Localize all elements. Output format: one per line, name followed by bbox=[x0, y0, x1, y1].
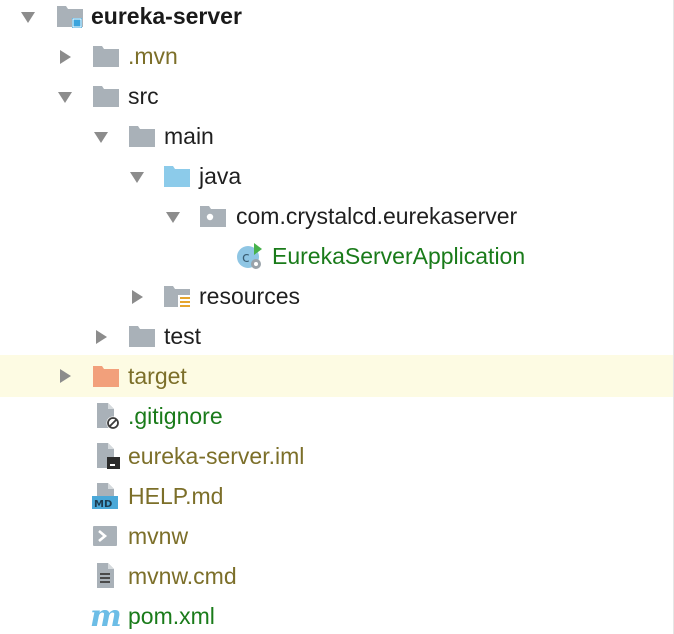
tree-row-eureka-server[interactable]: eureka-server bbox=[0, 0, 673, 37]
svg-text:c: c bbox=[242, 250, 250, 266]
source-root-folder-icon bbox=[164, 166, 190, 187]
shell-script-icon bbox=[93, 526, 117, 546]
tree-row-mvn[interactable]: .mvn bbox=[0, 37, 673, 77]
markdown-file-icon: MD bbox=[92, 483, 118, 510]
tree-label-test: test bbox=[164, 323, 202, 349]
tree-row-target[interactable]: target bbox=[0, 355, 673, 397]
tree-row-help-md[interactable]: MD HELP.md bbox=[0, 477, 673, 517]
resources-folder-icon bbox=[164, 286, 191, 309]
tree-row-java[interactable]: java bbox=[0, 157, 673, 197]
tree-label-gitignore: .gitignore bbox=[128, 403, 223, 429]
chevron-down-icon[interactable] bbox=[129, 169, 145, 185]
module-file-icon bbox=[97, 443, 120, 469]
tree-row-package[interactable]: com.crystalcd.eurekaserver bbox=[0, 197, 673, 237]
tree-row-pom-xml[interactable]: m pom.xml bbox=[0, 597, 673, 634]
tree-row-resources[interactable]: resources bbox=[0, 277, 673, 317]
tree-label-src: src bbox=[128, 83, 159, 109]
tree-label-mvnw: mvnw bbox=[128, 523, 189, 549]
text-file-icon bbox=[97, 563, 114, 588]
excluded-folder-icon bbox=[93, 366, 119, 387]
tree-label-resources: resources bbox=[199, 283, 300, 309]
chevron-down-icon[interactable] bbox=[165, 209, 181, 225]
folder-icon bbox=[129, 326, 155, 347]
markdown-badge: MD bbox=[94, 499, 112, 510]
project-tree: eureka-server .mvn src main java com.cry… bbox=[0, 0, 674, 634]
chevron-right-icon[interactable] bbox=[57, 49, 73, 65]
folder-icon bbox=[129, 126, 155, 147]
tree-label-java: java bbox=[199, 163, 242, 189]
chevron-right-icon[interactable] bbox=[129, 289, 145, 305]
package-icon bbox=[200, 206, 226, 227]
chevron-right-icon[interactable] bbox=[57, 368, 73, 384]
spring-boot-class-icon: c bbox=[237, 243, 262, 269]
folder-icon bbox=[93, 86, 119, 107]
tree-row-gitignore[interactable]: .gitignore bbox=[0, 397, 673, 437]
tree-row-eureka-server-application[interactable]: c EurekaServerApplication bbox=[0, 237, 673, 277]
tree-label-pom-xml: pom.xml bbox=[128, 603, 215, 629]
tree-label-package: com.crystalcd.eurekaserver bbox=[236, 203, 518, 229]
tree-row-iml[interactable]: eureka-server.iml bbox=[0, 437, 673, 477]
module-folder-icon bbox=[57, 6, 83, 28]
maven-icon: m bbox=[90, 600, 122, 632]
tree-row-main[interactable]: main bbox=[0, 117, 673, 157]
tree-label-iml: eureka-server.iml bbox=[128, 443, 305, 469]
tree-label-mvnw-cmd: mvnw.cmd bbox=[128, 563, 237, 589]
tree-label-eureka-server-application: EurekaServerApplication bbox=[272, 243, 526, 269]
tree-row-test[interactable]: test bbox=[0, 317, 673, 357]
tree-row-mvnw[interactable]: mvnw bbox=[0, 517, 673, 557]
chevron-down-icon[interactable] bbox=[57, 89, 73, 105]
tree-row-src[interactable]: src bbox=[0, 77, 673, 117]
chevron-right-icon[interactable] bbox=[93, 329, 109, 345]
chevron-down-icon[interactable] bbox=[20, 9, 36, 25]
tree-row-mvnw-cmd[interactable]: mvnw.cmd bbox=[0, 557, 673, 597]
tree-label-eureka-server: eureka-server bbox=[91, 3, 242, 29]
tree-label-main: main bbox=[164, 123, 214, 149]
folder-icon bbox=[93, 46, 119, 67]
tree-label-help-md: HELP.md bbox=[128, 483, 224, 509]
ignored-file-icon bbox=[97, 403, 120, 430]
tree-label-mvn: .mvn bbox=[128, 43, 178, 69]
tree-label-target: target bbox=[128, 363, 187, 389]
chevron-down-icon[interactable] bbox=[93, 129, 109, 145]
maven-badge: m bbox=[90, 600, 122, 632]
